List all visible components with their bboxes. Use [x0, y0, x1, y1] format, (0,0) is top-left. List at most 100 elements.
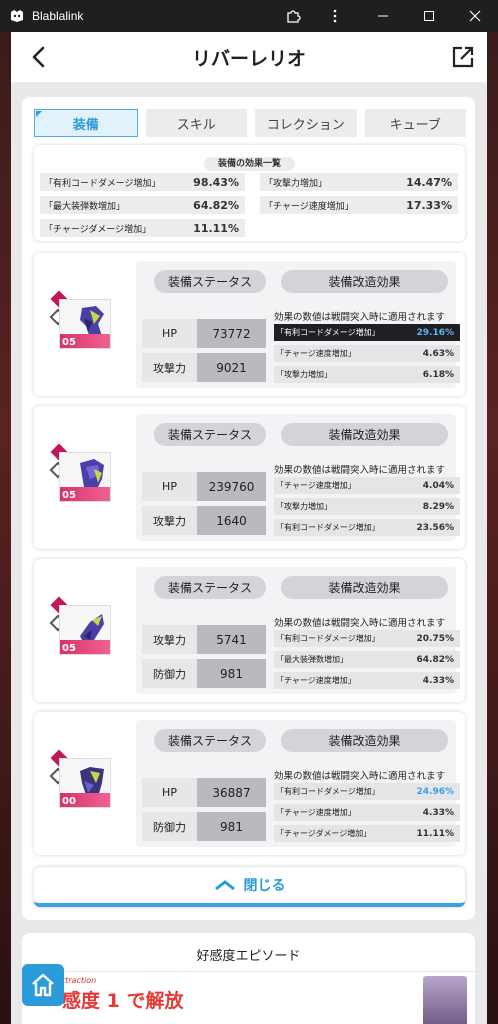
effect-label: 「有利コードダメージ増加」 — [276, 634, 380, 643]
summary-value: 98.43% — [193, 175, 239, 189]
effect-note: 効果の数値は戦闘突入時に適用されます — [274, 618, 446, 629]
tab-collection[interactable]: コレクション — [255, 109, 357, 137]
equipment-card: 装備 スキル コレクション キューブ 装備の効果一覧 「有利コードダメージ増加」… — [22, 97, 475, 920]
equipment-detail-panel: 装備ステータス 装備改造効果 攻撃力 5741 防御力 981 効果の数値は戦闘… — [136, 567, 460, 694]
summary-value: 11.11% — [193, 221, 239, 235]
stat-label: HP — [142, 778, 197, 807]
equipment-mod-effects-label: 装備改造効果 — [281, 270, 448, 293]
equipment-mod-effects-label: 装備改造効果 — [281, 729, 448, 752]
summary-row: 「有利コードダメージ増加」 98.43% — [40, 173, 245, 191]
close-button-label: 閉じる — [243, 878, 286, 894]
summary-value: 17.33% — [406, 198, 452, 212]
effect-note: 効果の数値は戦闘突入時に適用されます — [274, 771, 446, 782]
effect-value: 11.11% — [416, 828, 455, 839]
effect-label: 「チャージ速度増加」 — [276, 349, 356, 358]
close-icon[interactable] — [452, 0, 498, 32]
tab-skills[interactable]: スキル — [145, 109, 247, 137]
equipment-status-label: 装備ステータス — [154, 576, 266, 599]
effect-value: 4.63% — [422, 348, 454, 359]
equipment-thumbnail[interactable]: 05 — [49, 443, 111, 508]
stat-value: 981 — [197, 659, 266, 688]
stat-label: 攻撃力 — [142, 353, 197, 382]
stat-row: 攻撃力 9021 — [142, 353, 266, 382]
extension-icon[interactable] — [270, 0, 316, 32]
effect-value: 4.33% — [422, 807, 454, 818]
more-icon[interactable] — [312, 0, 358, 32]
effect-row: 「有利コードダメージ増加」 29.16% — [274, 324, 460, 341]
effect-row: 「チャージ速度増加」 4.63% — [274, 345, 460, 362]
equipment-item[interactable]: 05 装備ステータス 装備改造効果 HP 73772 攻撃力 9021 効果の数… — [34, 253, 465, 396]
summary-row: 「チャージダメージ増加」 11.11% — [40, 219, 245, 237]
equipment-status-label: 装備ステータス — [154, 729, 266, 752]
home-icon[interactable] — [22, 964, 64, 1006]
stat-value: 9021 — [197, 353, 266, 382]
equipment-status-label: 装備ステータス — [154, 423, 266, 446]
tab-equipment[interactable]: 装備 — [34, 109, 138, 137]
equipment-mod-effects-label: 装備改造効果 — [281, 576, 448, 599]
background-right — [487, 32, 498, 1024]
stat-row: HP 36887 — [142, 778, 266, 807]
equipment-thumbnail[interactable]: 05 — [49, 596, 111, 661]
stat-row: 攻撃力 1640 — [142, 506, 266, 535]
stat-value: 239760 — [197, 472, 266, 501]
tab-cube[interactable]: キューブ — [364, 109, 466, 137]
effect-row: 「攻撃力増加」 6.18% — [274, 366, 460, 383]
episode-unlock-text: 感度 1 で解放 — [62, 990, 184, 1012]
equipment-thumbnail[interactable]: 05 — [49, 290, 111, 355]
app-icon — [11, 10, 23, 22]
stat-row: 攻撃力 5741 — [142, 625, 266, 654]
episode-item[interactable]: ttraction 感度 1 で解放 — [22, 971, 475, 1024]
summary-row: 「攻撃力増加」 14.47% — [260, 173, 458, 191]
effect-row: 「チャージ速度増加」 4.04% — [274, 477, 460, 494]
summary-label: 「有利コードダメージ増加」 — [44, 178, 161, 189]
summary-title: 装備の効果一覧 — [203, 157, 295, 171]
episode-title: 好感度エピソード — [196, 949, 301, 964]
stat-label: HP — [142, 319, 197, 348]
effect-label: 「最大装弾数増加」 — [276, 655, 348, 664]
window-titlebar: Blablalink — [0, 0, 498, 32]
effect-value: 64.82% — [416, 654, 455, 665]
stat-row: 防御力 981 — [142, 659, 266, 688]
effect-value: 4.33% — [422, 675, 454, 686]
equipment-level: 05 — [62, 490, 76, 501]
minimize-icon[interactable] — [360, 0, 406, 32]
summary-value: 64.82% — [193, 198, 239, 212]
effect-row: 「チャージ速度増加」 4.33% — [274, 672, 460, 689]
effect-value: 4.04% — [422, 480, 454, 491]
close-button[interactable]: 閉じる — [34, 867, 465, 907]
share-icon[interactable] — [449, 43, 477, 71]
summary-row: 「チャージ速度増加」 17.33% — [260, 196, 458, 214]
tab-bar: 装備 スキル コレクション キューブ — [34, 109, 466, 137]
effect-row: 「チャージ速度増加」 4.33% — [274, 804, 460, 821]
equipment-thumbnail[interactable]: 00 — [49, 749, 111, 814]
equipment-item[interactable]: 05 装備ステータス 装備改造効果 攻撃力 5741 防御力 981 効果の数値… — [34, 559, 465, 702]
stat-row: HP 73772 — [142, 319, 266, 348]
window-title: Blablalink — [32, 9, 84, 23]
effect-row: 「チャージダメージ増加」 11.11% — [274, 825, 460, 842]
effect-label: 「有利コードダメージ増加」 — [276, 523, 380, 532]
back-arrow-icon[interactable] — [23, 41, 55, 73]
summary-value: 14.47% — [406, 175, 452, 189]
equipment-item[interactable]: 00 装備ステータス 装備改造効果 HP 36887 防御力 981 効果の数値… — [34, 712, 465, 855]
stat-label: 攻撃力 — [142, 506, 197, 535]
summary-label: 「チャージダメージ増加」 — [44, 224, 152, 235]
character-avatar — [423, 976, 467, 1024]
stat-label: 防御力 — [142, 659, 197, 688]
effect-label: 「有利コードダメージ増加」 — [276, 328, 380, 337]
equipment-effects-summary: 装備の効果一覧 「有利コードダメージ増加」 98.43% 「攻撃力増加」 14.… — [34, 145, 465, 241]
effect-value: 24.96% — [416, 786, 455, 797]
effect-value: 23.56% — [416, 522, 455, 533]
maximize-icon[interactable] — [406, 0, 452, 32]
summary-label: 「チャージ速度増加」 — [264, 201, 354, 212]
equipment-mod-effects-label: 装備改造効果 — [281, 423, 448, 446]
equipment-level: 05 — [62, 337, 76, 348]
equipment-detail-panel: 装備ステータス 装備改造効果 HP 239760 攻撃力 1640 効果の数値は… — [136, 414, 460, 541]
stat-row: 防御力 981 — [142, 812, 266, 841]
stat-label: 防御力 — [142, 812, 197, 841]
effect-row: 「最大装弾数増加」 64.82% — [274, 651, 460, 668]
stat-row: HP 239760 — [142, 472, 266, 501]
stat-value: 981 — [197, 812, 266, 841]
equipment-item[interactable]: 05 装備ステータス 装備改造効果 HP 239760 攻撃力 1640 効果の… — [34, 406, 465, 549]
collapse-chevron-icon — [214, 880, 235, 891]
summary-label: 「最大装弾数増加」 — [44, 201, 126, 212]
